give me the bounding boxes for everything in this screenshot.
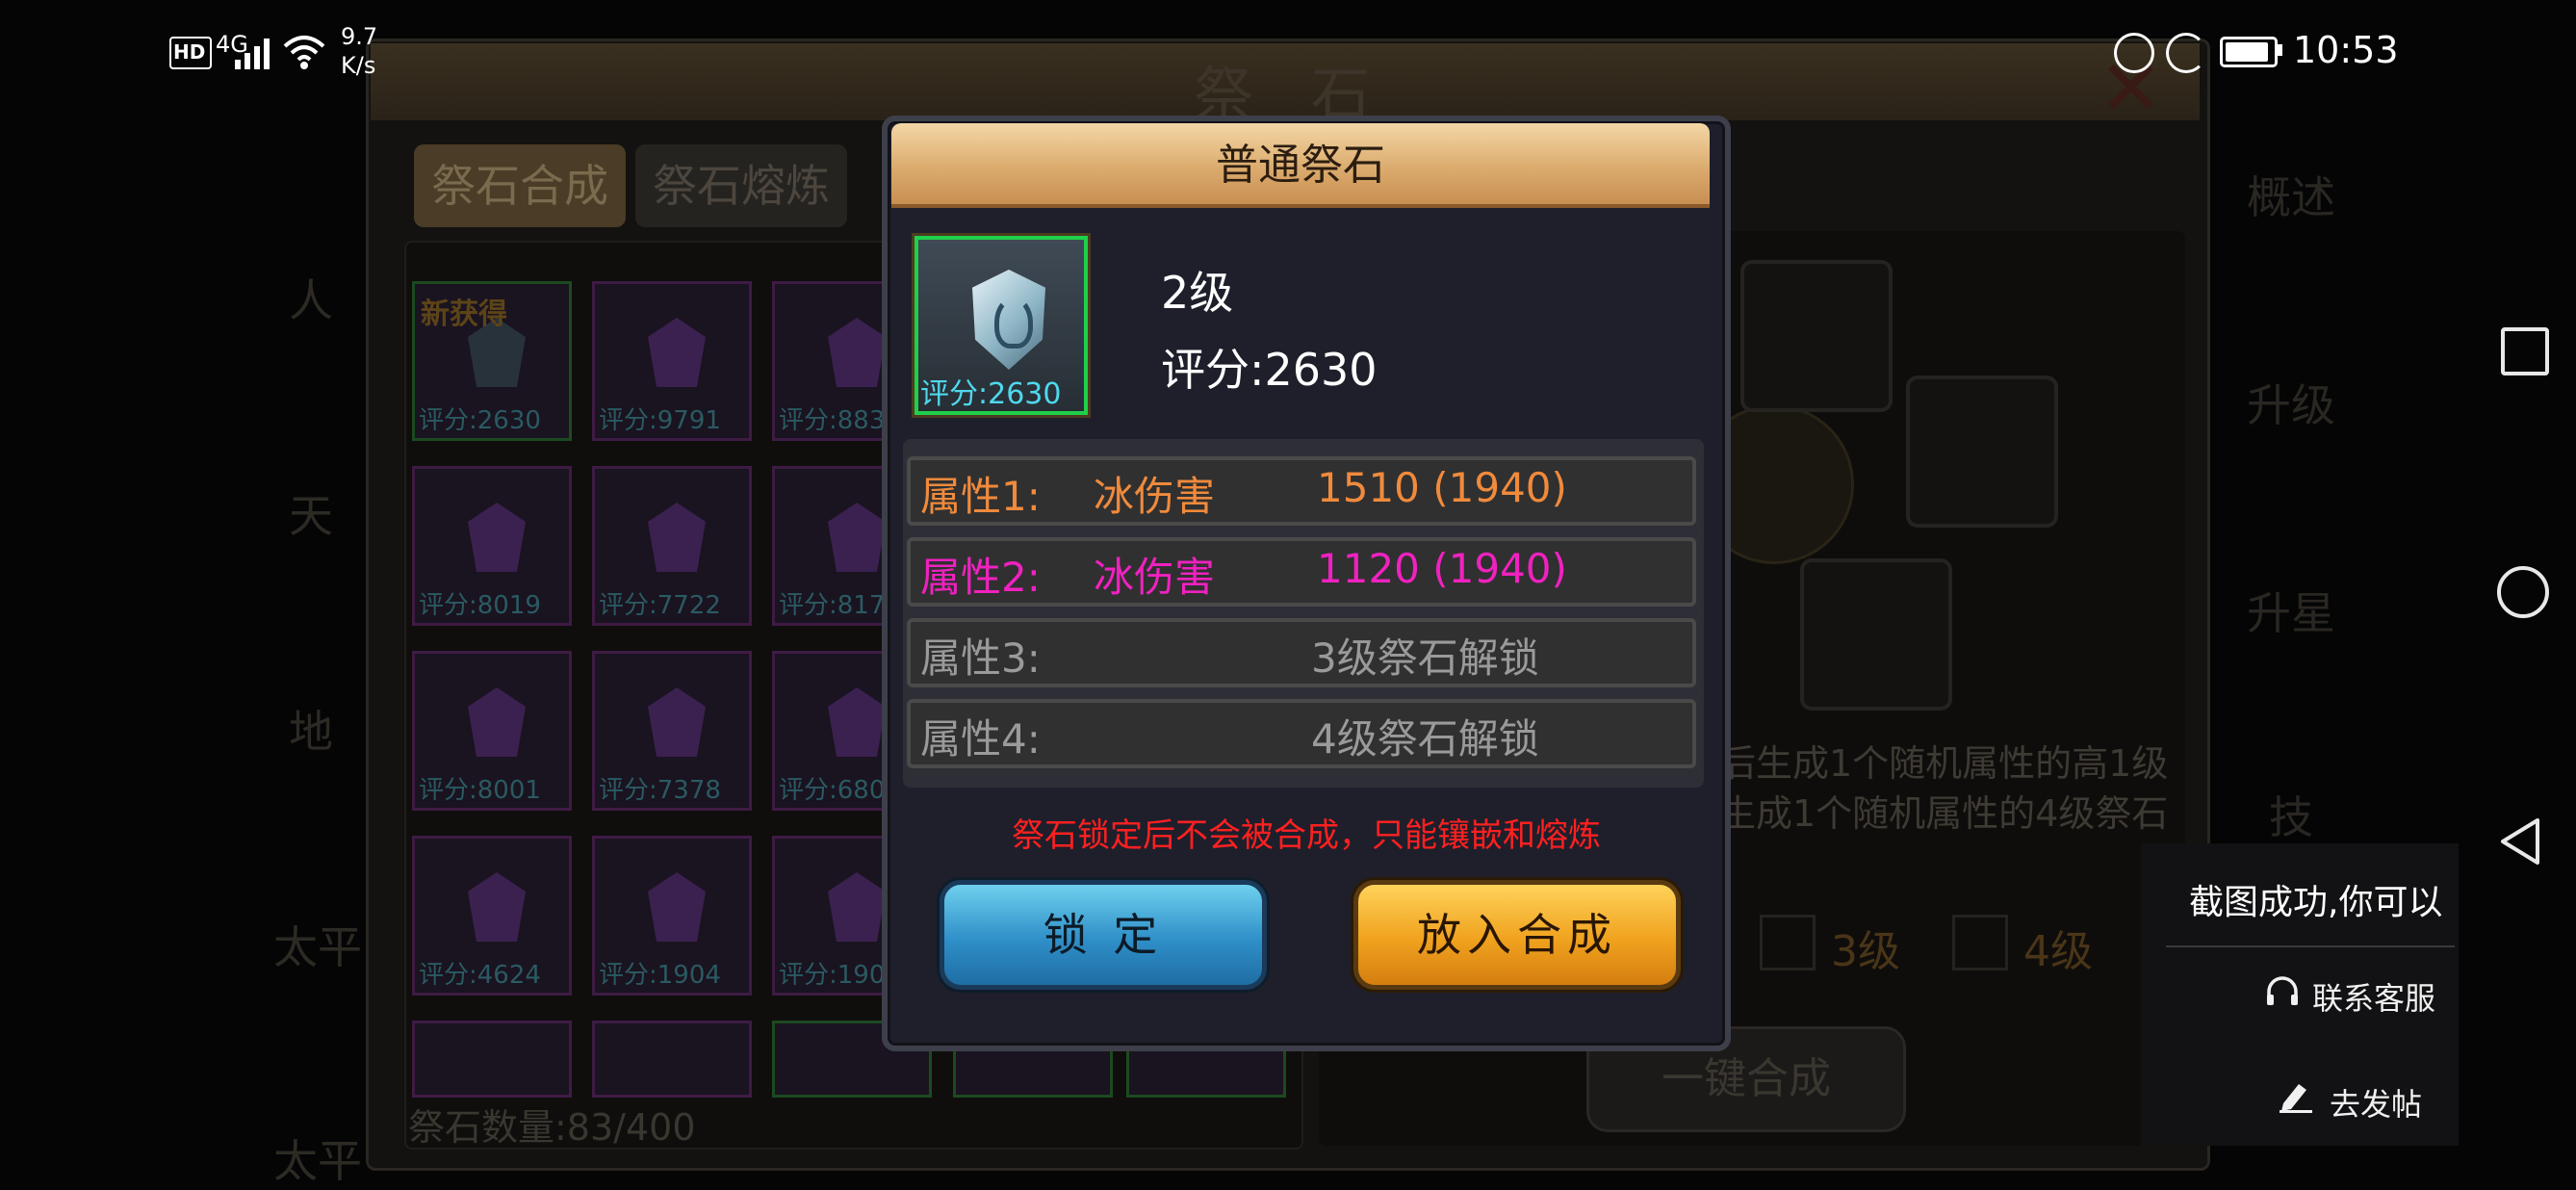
battery-level — [2226, 42, 2268, 62]
inventory-slot[interactable]: 新获得 评分:2630 — [412, 281, 572, 441]
side-label-taiping: 太平 — [273, 921, 362, 973]
tab-star-up[interactable]: 升星 — [2243, 585, 2339, 641]
side-label-di: 地 — [289, 706, 333, 758]
data-saver-icon — [2114, 33, 2154, 73]
attribute-4-value: 4级祭石解锁 — [1311, 715, 1539, 763]
clock: 10:53 — [2293, 29, 2399, 71]
synthesis-desc-2: 生成1个随机属性的4级祭石 — [1719, 792, 2169, 835]
slot-score: 评分:7722 — [599, 591, 721, 620]
toast-divider — [2166, 945, 2455, 947]
slot-score: 评分:9791 — [599, 406, 721, 435]
inventory-slot[interactable] — [592, 1021, 752, 1098]
attribute-1-name: 属性1: — [920, 473, 1041, 520]
slot-score: 评分:7378 — [599, 776, 721, 805]
inventory-slot[interactable]: 评分:8001 — [412, 651, 572, 811]
purple-stone-icon — [828, 687, 886, 757]
attribute-2-number: 1120 (1940) — [1317, 545, 1567, 592]
slot-score: 评分:4624 — [419, 961, 541, 990]
synthesis-socket[interactable] — [1740, 260, 1893, 412]
inventory-slot[interactable]: 评分:1904 — [592, 836, 752, 996]
purple-stone-icon — [468, 872, 526, 942]
synthesis-desc-1: 后生成1个随机属性的高1级 — [1719, 742, 2169, 785]
lock-button[interactable]: 锁 定 — [940, 880, 1267, 990]
inventory-slot[interactable]: 评分:9791 — [592, 281, 752, 441]
attribute-1-value: 冰伤害 — [1094, 473, 1216, 520]
purple-stone-icon — [648, 687, 706, 757]
level-4-label: 4级 — [2023, 927, 2093, 976]
tab-skill[interactable]: 技 — [2243, 789, 2339, 845]
hd-badge: HD — [169, 37, 212, 69]
inventory-slot[interactable] — [412, 1021, 572, 1098]
item-level: 2级 — [1161, 267, 1234, 319]
level-3-label: 3级 — [1831, 927, 1900, 976]
inventory-slot[interactable]: 评分:7722 — [592, 466, 752, 626]
purple-stone-icon — [648, 503, 706, 572]
purple-stone-icon — [648, 872, 706, 942]
back-icon[interactable] — [2497, 816, 2543, 870]
purple-stone-icon — [828, 503, 886, 572]
slot-score: 评分:8019 — [419, 591, 541, 620]
headset-icon — [2264, 976, 2301, 1015]
add-to-synthesis-button[interactable]: 放入合成 — [1353, 880, 1681, 990]
toast-title: 截图成功,你可以 — [2189, 883, 2443, 922]
synthesis-socket[interactable] — [1906, 375, 2058, 528]
level-4-checkbox[interactable] — [1952, 915, 2008, 970]
level-3-checkbox[interactable] — [1760, 915, 1816, 970]
signal-icon — [235, 39, 273, 73]
inventory-slot[interactable]: 评分:7378 — [592, 651, 752, 811]
slot-score: 评分:883 — [779, 406, 886, 435]
contact-support-link[interactable]: 联系客服 — [2312, 974, 2435, 1019]
inventory-slot[interactable]: 评分:4624 — [412, 836, 572, 996]
slot-score: 评分:8001 — [419, 776, 541, 805]
tab-overview[interactable]: 概述 — [2243, 169, 2339, 225]
new-tag: 新获得 — [421, 298, 507, 331]
dialog-title: 普通祭石 — [1216, 141, 1385, 190]
purple-stone-icon — [468, 687, 526, 757]
lock-note: 祭石锁定后不会被合成，只能镶嵌和熔炼 — [1012, 816, 1601, 855]
slot-score: 评分:2630 — [419, 406, 541, 435]
purple-stone-icon — [828, 318, 886, 387]
synthesis-socket[interactable] — [1800, 558, 1952, 711]
tab-synthesis[interactable]: 祭石合成 — [414, 144, 626, 227]
attribute-2-name: 属性2: — [920, 554, 1041, 601]
attribute-3-name: 属性3: — [920, 634, 1041, 682]
slot-score: 评分:680 — [779, 776, 886, 805]
battery-tip — [2278, 44, 2282, 56]
speed-unit: K/s — [341, 52, 376, 79]
home-icon[interactable] — [2497, 566, 2549, 618]
side-label-ren: 人 — [289, 274, 333, 326]
speed-mode-icon — [2166, 33, 2206, 73]
stone-rune-icon — [994, 297, 1033, 349]
attribute-3-value: 3级祭石解锁 — [1311, 634, 1539, 682]
wifi-icon — [281, 33, 327, 75]
item-rating: 评分:2630 — [1161, 344, 1378, 396]
tab-smelting[interactable]: 祭石熔炼 — [635, 144, 847, 227]
attribute-1-number: 1510 (1940) — [1317, 464, 1567, 511]
side-label-tian: 天 — [289, 490, 333, 542]
recent-apps-icon[interactable] — [2501, 327, 2549, 375]
stone-count: 祭石数量:83/400 — [408, 1106, 696, 1149]
side-label-taiping-2: 太平 — [273, 1135, 362, 1187]
slot-score: 评分:817 — [779, 591, 886, 620]
attribute-2-value: 冰伤害 — [1094, 554, 1216, 601]
inventory-slot[interactable]: 评分:8019 — [412, 466, 572, 626]
item-score-caption: 评分:2630 — [920, 377, 1062, 411]
slot-score: 评分:1904 — [599, 961, 721, 990]
edit-icon — [2278, 1080, 2316, 1117]
purple-stone-icon — [468, 503, 526, 572]
speed-value: 9.7 — [341, 23, 378, 50]
slot-score: 评分:190 — [779, 961, 886, 990]
go-post-link[interactable]: 去发帖 — [2330, 1080, 2422, 1125]
purple-stone-icon — [828, 872, 886, 942]
tab-upgrade[interactable]: 升级 — [2243, 377, 2339, 433]
attribute-4-name: 属性4: — [920, 715, 1041, 763]
purple-stone-icon — [648, 318, 706, 387]
